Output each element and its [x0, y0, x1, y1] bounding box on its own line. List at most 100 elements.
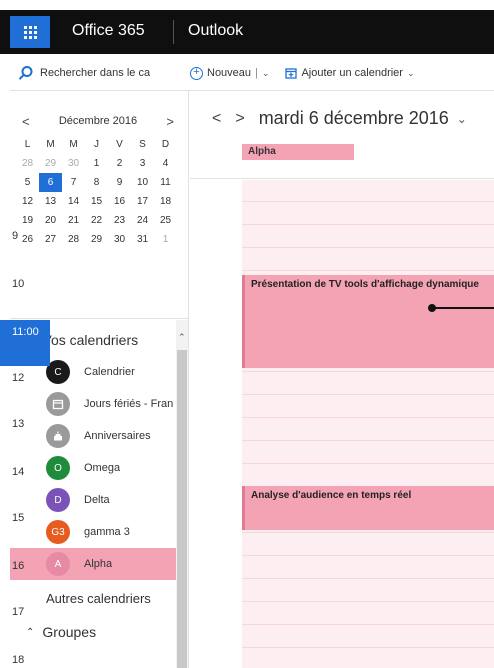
day-cell[interactable]: 11: [154, 173, 177, 192]
day-cell[interactable]: 7: [62, 173, 85, 192]
event-presentation-tv-tools[interactable]: Présentation de TV tools d'affichage dyn…: [242, 275, 494, 368]
day-cell[interactable]: 1: [154, 230, 177, 249]
app-launcher-button[interactable]: [10, 16, 50, 48]
search-input[interactable]: Rechercher dans le ca: [40, 67, 170, 79]
day-cell[interactable]: 21: [62, 211, 85, 230]
day-cell[interactable]: 13: [39, 192, 62, 211]
calendar-item-jours-feries[interactable]: Jours fériés - Fran: [10, 388, 176, 420]
day-cell[interactable]: 2: [108, 154, 131, 173]
calendar-name: Calendrier: [84, 366, 135, 378]
hour-label: 12: [12, 372, 25, 384]
day-cell-selected[interactable]: 6: [39, 173, 62, 192]
slot-line: [242, 578, 494, 579]
chevron-up-icon: ⌃: [26, 626, 35, 638]
day-cell[interactable]: 3: [131, 154, 154, 173]
day-cell[interactable]: 5: [16, 173, 39, 192]
calendar-name: Anniversaires: [84, 430, 151, 442]
mini-calendar-divider: [10, 318, 188, 319]
slot-line: [242, 601, 494, 602]
slot-line: [242, 201, 494, 202]
weekday-label: S: [139, 138, 146, 150]
chevron-up-icon[interactable]: ⌃: [178, 332, 186, 343]
event-analyse-audience[interactable]: Analyse d'audience en temps réel: [242, 486, 494, 530]
hour-label: 14: [12, 466, 25, 478]
day-cell[interactable]: 18: [154, 192, 177, 211]
slot-line: [242, 647, 494, 648]
day-cell[interactable]: 30: [62, 154, 85, 173]
all-day-divider: [190, 178, 494, 179]
day-cell[interactable]: 22: [85, 211, 108, 230]
mini-calendar-prev-button[interactable]: <: [22, 114, 30, 129]
all-day-event-alpha[interactable]: Alpha: [242, 144, 354, 160]
day-cell[interactable]: 4: [154, 154, 177, 173]
weekday-label: V: [116, 138, 123, 150]
search-box[interactable]: Rechercher dans le ca: [10, 58, 180, 88]
day-cell[interactable]: 30: [108, 230, 131, 249]
hour-label: 18: [12, 654, 25, 666]
slot-line: [242, 371, 494, 372]
new-button-label: Nouveau: [207, 67, 252, 79]
slot-line: [242, 555, 494, 556]
plus-icon: +: [190, 66, 203, 80]
weekday-label: D: [161, 138, 170, 150]
slot-line: [242, 532, 494, 533]
sidebar-scrollbar[interactable]: ⌃: [176, 320, 188, 668]
weekday-label: M: [69, 138, 78, 150]
slot-line: [242, 417, 494, 418]
search-icon: [18, 66, 33, 80]
day-cell[interactable]: 10: [131, 173, 154, 192]
new-separator: |: [255, 67, 258, 79]
day-cell[interactable]: 12: [16, 192, 39, 211]
day-cell[interactable]: 29: [85, 230, 108, 249]
day-cell[interactable]: 28: [62, 230, 85, 249]
prev-day-button[interactable]: <: [212, 110, 221, 128]
chevron-down-icon: ⌄: [406, 67, 415, 78]
day-cell[interactable]: 17: [131, 192, 154, 211]
next-day-button[interactable]: >: [235, 110, 244, 128]
weekday-label: J: [94, 138, 99, 150]
day-cell[interactable]: 25: [154, 211, 177, 230]
chevron-down-icon[interactable]: ⌄: [262, 68, 270, 79]
add-calendar-button[interactable]: Ajouter un calendrier ⌄: [285, 67, 415, 79]
day-cell[interactable]: 1: [85, 154, 108, 173]
day-cell[interactable]: 19: [16, 211, 39, 230]
outlook-title[interactable]: Outlook: [188, 22, 243, 40]
your-calendars-label: Vos calendriers: [42, 332, 139, 348]
day-cell[interactable]: 29: [39, 154, 62, 173]
day-cell[interactable]: 15: [85, 192, 108, 211]
topbar-divider: [173, 20, 174, 44]
day-cell[interactable]: 14: [62, 192, 85, 211]
calendar-name: Jours fériés - Fran: [84, 398, 174, 410]
weekday-label: M: [46, 138, 55, 150]
current-date-title[interactable]: mardi 6 décembre 2016: [259, 108, 449, 129]
sidebar-scrollbar-thumb[interactable]: [177, 350, 187, 668]
day-cell[interactable]: 23: [108, 211, 131, 230]
day-cell[interactable]: 31: [131, 230, 154, 249]
day-cell[interactable]: 9: [108, 173, 131, 192]
toolbar-divider: [10, 90, 494, 91]
weekday-label: L: [24, 138, 31, 150]
day-cell[interactable]: 20: [39, 211, 62, 230]
office-365-title[interactable]: Office 365: [72, 22, 145, 40]
day-cell[interactable]: 24: [131, 211, 154, 230]
new-button[interactable]: + Nouveau | ⌄: [190, 66, 270, 80]
hour-label: 16: [12, 560, 25, 572]
groups-header[interactable]: ⌃ Groupes: [10, 616, 176, 648]
calendar-add-icon: [285, 68, 298, 79]
day-cell[interactable]: 8: [85, 173, 108, 192]
day-cell[interactable]: 28: [16, 154, 39, 173]
waffle-icon: [23, 25, 37, 39]
day-cell[interactable]: 16: [108, 192, 131, 211]
chevron-down-icon[interactable]: ⌄: [457, 112, 467, 126]
slot-line: [242, 270, 494, 271]
day-column[interactable]: [242, 180, 494, 668]
mini-calendar-next-button[interactable]: >: [166, 114, 174, 129]
mini-calendar: < Décembre 2016 > L M M J V S D 28 29 30…: [10, 108, 182, 249]
hour-label: 13: [12, 418, 25, 430]
mini-calendar-title[interactable]: Décembre 2016: [59, 115, 137, 127]
calendar-name: gamma 3: [84, 526, 130, 538]
day-navigation: < > mardi 6 décembre 2016 ⌄: [212, 108, 467, 129]
calendar-badge: D: [46, 488, 70, 512]
hour-label: 9: [12, 230, 19, 242]
sidebar-divider: [188, 90, 189, 668]
